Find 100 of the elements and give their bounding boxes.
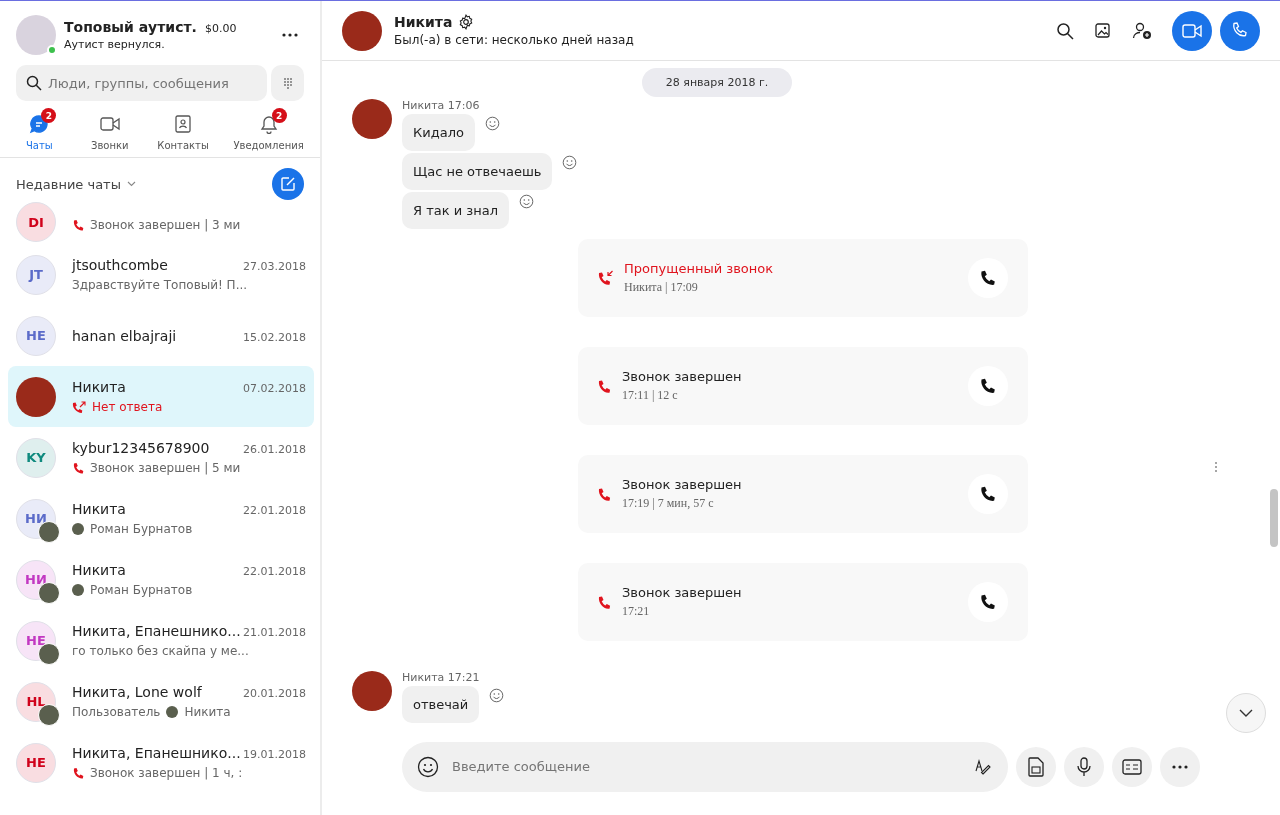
contact-card-icon — [1122, 758, 1142, 775]
search-icon[interactable] — [1056, 21, 1074, 40]
dialpad-button[interactable] — [271, 65, 304, 101]
contact-card-button[interactable] — [1112, 746, 1152, 787]
microphone-button[interactable] — [1064, 746, 1104, 787]
call-details: 17:11 | 12 с — [622, 388, 679, 403]
call-status-text: Звонок завершен — [622, 477, 743, 492]
send-file-button[interactable] — [1016, 746, 1056, 787]
initials-avatar: KY — [16, 437, 56, 478]
phone-icon — [980, 269, 996, 287]
chat-date: 15.02.2018 — [243, 330, 306, 344]
chat-date: 07.02.2018 — [243, 382, 306, 395]
call-back-button[interactable] — [968, 366, 1008, 406]
chat-preview-text: Пользователь — [72, 705, 161, 719]
message-bubble[interactable]: Кидало — [402, 114, 475, 151]
chat-name: Никита — [72, 501, 126, 517]
phone-icon — [980, 593, 996, 611]
call-details: Никита | 17:09 — [624, 280, 699, 295]
new-chat-button[interactable] — [272, 168, 304, 200]
chat-preview-text: Звонок завершен | 5 ми — [90, 461, 241, 475]
search-field[interactable]: Люди, группы, сообщения — [16, 65, 267, 101]
call-details: 17:19 | 7 мин, 57 с — [622, 496, 715, 511]
audio-call-button[interactable] — [1220, 10, 1260, 51]
settings-icon[interactable] — [458, 14, 475, 30]
call-back-button[interactable] — [968, 258, 1008, 298]
chat-name: Никита, Епанешнико... — [72, 745, 241, 761]
chat-name: Никита, Lone wolf — [72, 684, 202, 700]
recent-chats-heading[interactable]: Недавние чаты — [16, 176, 121, 192]
chat-list-item[interactable]: НИ Никита 22.01.2018 Роман Бурнатов — [8, 549, 314, 610]
image-gallery-icon[interactable] — [1094, 21, 1112, 40]
profile-name: Топовый аутист. — [64, 19, 197, 35]
phone-icon — [72, 218, 84, 232]
video-call-button[interactable] — [1172, 10, 1212, 51]
call-status-text: Пропущенный звонок — [624, 261, 775, 276]
chat-date: 19.01.2018 — [243, 748, 306, 761]
chat-date: 21.01.2018 — [243, 626, 306, 639]
more-icon[interactable] — [282, 33, 298, 37]
message-bubble[interactable]: отвечай — [402, 686, 480, 723]
chat-date: 22.01.2018 — [243, 565, 306, 578]
add-person-icon[interactable] — [1132, 21, 1152, 40]
chat-list-item[interactable]: HL Никита, Lone wolf 20.01.2018 Пользователь Никита — [8, 671, 314, 732]
sender-avatar-photo — [352, 99, 392, 139]
date-divider: 28 января 2018 г. — [641, 68, 793, 97]
sender-name-time: Никита 17:21 — [402, 671, 481, 684]
chat-list-item[interactable]: НЕ Никита, Епанешнико... 19.01.2018 Звонок завершен | 1 ч, : — [8, 732, 314, 793]
message-bubble[interactable]: Щас не отвечаешь — [402, 153, 553, 190]
call-back-button[interactable] — [968, 474, 1008, 514]
compose-icon — [280, 176, 296, 192]
chat-preview-text: Здравствуйте Топовый! П... — [72, 278, 248, 292]
chat-list-item[interactable]: HE hanan elbajraji 15.02.2018 — [8, 305, 314, 366]
sender-avatar-photo — [166, 706, 179, 718]
chat-preview-text: Звонок завершен | 3 ми — [90, 218, 241, 232]
contact-avatar-photo[interactable] — [342, 10, 382, 51]
sender-avatar-photo — [352, 671, 392, 711]
chat-preview-text: го только без скайпа у ме... — [72, 644, 249, 658]
chat-name: hanan elbajraji — [72, 327, 177, 344]
initials-avatar: DI — [16, 202, 56, 242]
phone-icon — [980, 377, 996, 395]
unread-count-badge: 2 — [271, 108, 287, 123]
chat-list-item[interactable]: НЕ Никита, Епанешнико... 21.01.2018 го только без скайпа у ме... — [8, 610, 314, 671]
message-input-field[interactable]: Введите сообщение — [402, 741, 1008, 792]
pen-icon[interactable] — [974, 757, 992, 776]
contact-book-icon — [175, 115, 192, 133]
call-details: 17:21 — [622, 604, 651, 619]
chat-name: kybur12345678900 — [72, 440, 210, 456]
chat-list-item[interactable]: НИ Никита 22.01.2018 Роман Бурнатов — [8, 488, 314, 549]
call-status-text: Звонок завершен — [622, 369, 743, 384]
chat-list-item[interactable]: Никита 07.02.2018 Нет ответа — [8, 366, 314, 427]
chat-list-item[interactable]: DI Звонок завершен | 3 ми — [8, 200, 314, 244]
initials-avatar: НЕ — [16, 742, 56, 783]
nav-tab[interactable]: 2 Чаты — [16, 107, 63, 153]
call-status-text: Звонок завершен — [622, 585, 743, 600]
chat-list-item[interactable]: JT jtsouthcombe 27.03.2018 Здравствуйте Топовый! П... — [8, 244, 314, 305]
microphone-icon — [1077, 756, 1091, 777]
dialpad-icon — [282, 77, 293, 89]
smiley-icon[interactable] — [417, 755, 439, 778]
nav-tab[interactable]: Контакты — [157, 107, 209, 153]
nav-tab[interactable]: Звонки — [86, 107, 133, 153]
credit-balance[interactable]: $0.00 — [204, 22, 237, 35]
avatar-photo — [16, 376, 56, 417]
chat-name: Никита — [72, 562, 126, 578]
chat-preview-text: Нет ответа — [92, 400, 163, 414]
unread-count-badge: 2 — [41, 108, 57, 123]
missed-call-icon — [72, 400, 86, 414]
chat-name: jtsouthcombe — [72, 257, 168, 273]
scroll-down-button[interactable] — [1226, 693, 1266, 733]
chat-preview-text: Роман Бурнатов — [90, 583, 193, 597]
chat-date: 26.01.2018 — [243, 443, 306, 456]
chat-preview-text: Звонок завершен | 1 ч, : — [90, 766, 243, 780]
scrollbar-thumb[interactable] — [1270, 489, 1278, 547]
chat-list-item[interactable]: KY kybur12345678900 26.01.2018 Звонок завершен | 5 ми — [8, 427, 314, 488]
file-icon — [1028, 756, 1044, 777]
call-back-button[interactable] — [968, 582, 1008, 622]
nav-tab[interactable]: 2 Уведомления — [233, 107, 304, 153]
search-icon — [26, 75, 42, 91]
video-camera-icon — [99, 116, 120, 132]
chat-date: 22.01.2018 — [243, 504, 306, 517]
initials-avatar: HE — [16, 315, 56, 356]
contact-name[interactable]: Никита — [394, 14, 453, 30]
message-bubble[interactable]: Я так и знал — [402, 192, 509, 229]
